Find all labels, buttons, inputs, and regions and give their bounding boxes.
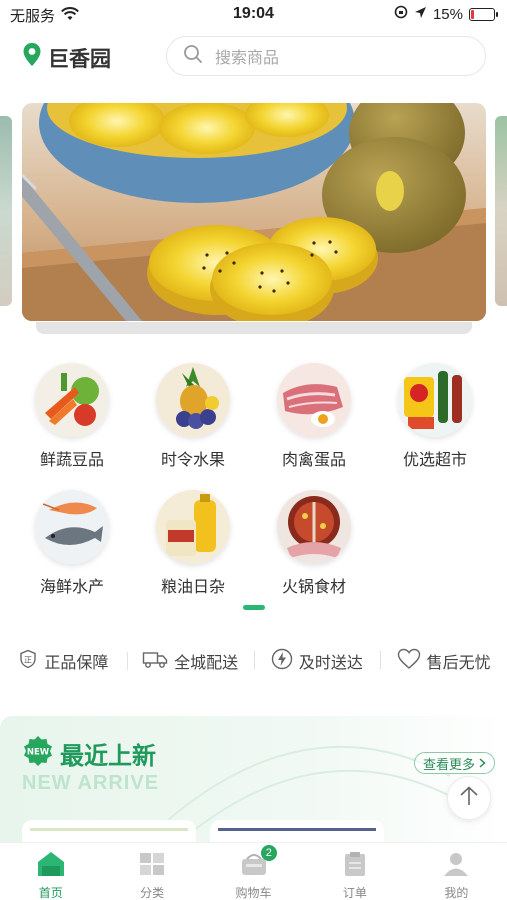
banner-prev-peek [0, 116, 12, 306]
banner-next-peek [495, 116, 507, 306]
tab-label: 首页 [38, 886, 63, 900]
category-vegetables[interactable]: 鲜蔬豆品 [20, 363, 124, 470]
location-name: 巨香园 [48, 47, 111, 71]
tab-category[interactable]: 分类 [101, 843, 202, 900]
category-hotpot[interactable]: 火锅食材 [262, 490, 366, 597]
tab-orders[interactable]: 订单 [304, 843, 405, 900]
category-label: 优选超市 [402, 452, 467, 469]
grain-oil-image [156, 490, 230, 564]
profile-icon [441, 851, 471, 882]
svg-text:正: 正 [24, 655, 32, 664]
category-meat-egg[interactable]: 肉禽蛋品 [262, 363, 366, 470]
cart-count-badge: 2 [260, 845, 277, 861]
new-arrival-section: NEW 最近上新 NEW ARRIVE 查看更多 [0, 716, 507, 850]
tab-profile[interactable]: 我的 [406, 843, 507, 900]
guarantee-authentic: 正 正品保障 [0, 649, 127, 674]
home-icon [36, 851, 66, 882]
category-label: 火锅食材 [281, 579, 346, 596]
category-fruit[interactable]: 时令水果 [141, 363, 245, 470]
tab-label: 订单 [342, 886, 367, 900]
banner-image-kiwi[interactable] [22, 103, 486, 321]
category-pager-indicator [243, 605, 265, 610]
service-guarantees: 正 正品保障 全城配送 及时送达 售后无忧 [0, 644, 507, 678]
guarantee-citywide-delivery: 全城配送 [126, 649, 254, 674]
search-icon [183, 44, 203, 69]
new-arrival-title: 最近上新 [60, 743, 156, 770]
tab-cart[interactable]: 2 购物车 [203, 843, 304, 900]
guarantee-label: 正品保障 [44, 655, 109, 672]
category-label: 鲜蔬豆品 [39, 452, 104, 469]
arrow-up-icon [458, 785, 480, 812]
chevron-right-icon [479, 756, 486, 771]
category-supermarket[interactable]: 优选超市 [383, 363, 487, 470]
new-badge-icon: NEW [22, 735, 54, 772]
category-label: 肉禽蛋品 [281, 452, 346, 469]
guarantee-label: 售后无忧 [426, 655, 491, 672]
seafood-image [35, 490, 109, 564]
header: 巨香园 搜索商品 [0, 34, 507, 80]
banner-carousel[interactable] [0, 100, 507, 338]
lightning-icon [271, 648, 293, 675]
guarantee-label: 及时送达 [298, 655, 363, 672]
heart-icon [397, 648, 421, 675]
location-arrow-icon [414, 6, 427, 23]
tab-label: 我的 [444, 886, 469, 900]
category-label: 粮油日杂 [160, 579, 225, 596]
order-icon [340, 851, 370, 882]
category-icon [137, 851, 167, 882]
new-badge-text: NEW [27, 748, 50, 758]
snacks-drinks-image [398, 363, 472, 437]
category-label: 海鲜水产 [39, 579, 104, 596]
meat-egg-image [277, 363, 351, 437]
new-arrival-subtitle: NEW ARRIVE [22, 772, 160, 794]
shield-icon: 正 [18, 649, 38, 674]
guarantee-after-sales: 售后无忧 [380, 648, 507, 675]
bottom-tab-bar: 首页 分类 2 购物车 订单 我的 [0, 842, 507, 900]
battery-percent: 15% [432, 5, 463, 23]
search-input[interactable]: 搜索商品 [166, 36, 486, 76]
category-grain-oil[interactable]: 粮油日杂 [141, 490, 245, 597]
back-to-top-button[interactable] [447, 776, 491, 820]
guarantee-timely-delivery: 及时送达 [253, 648, 381, 675]
truck-icon [142, 649, 168, 674]
banner-shadow [36, 322, 472, 334]
vegetables-image [35, 363, 109, 437]
screen-lock-icon [394, 5, 408, 23]
search-placeholder: 搜索商品 [215, 50, 280, 67]
fruit-image [156, 363, 230, 437]
battery-icon [469, 7, 498, 21]
category-label: 时令水果 [160, 452, 225, 469]
status-bar: 无服务 19:04 15% [0, 0, 507, 30]
hotpot-image [277, 490, 351, 564]
tab-label: 购物车 [235, 886, 272, 900]
view-more-button[interactable]: 查看更多 [414, 752, 496, 774]
category-seafood[interactable]: 海鲜水产 [20, 490, 124, 597]
view-more-label: 查看更多 [423, 756, 476, 772]
tab-home[interactable]: 首页 [0, 843, 101, 900]
location-pin-icon [22, 42, 42, 73]
tab-label: 分类 [140, 886, 165, 900]
guarantee-label: 全城配送 [174, 655, 239, 672]
location-selector[interactable]: 巨香园 [22, 42, 111, 73]
